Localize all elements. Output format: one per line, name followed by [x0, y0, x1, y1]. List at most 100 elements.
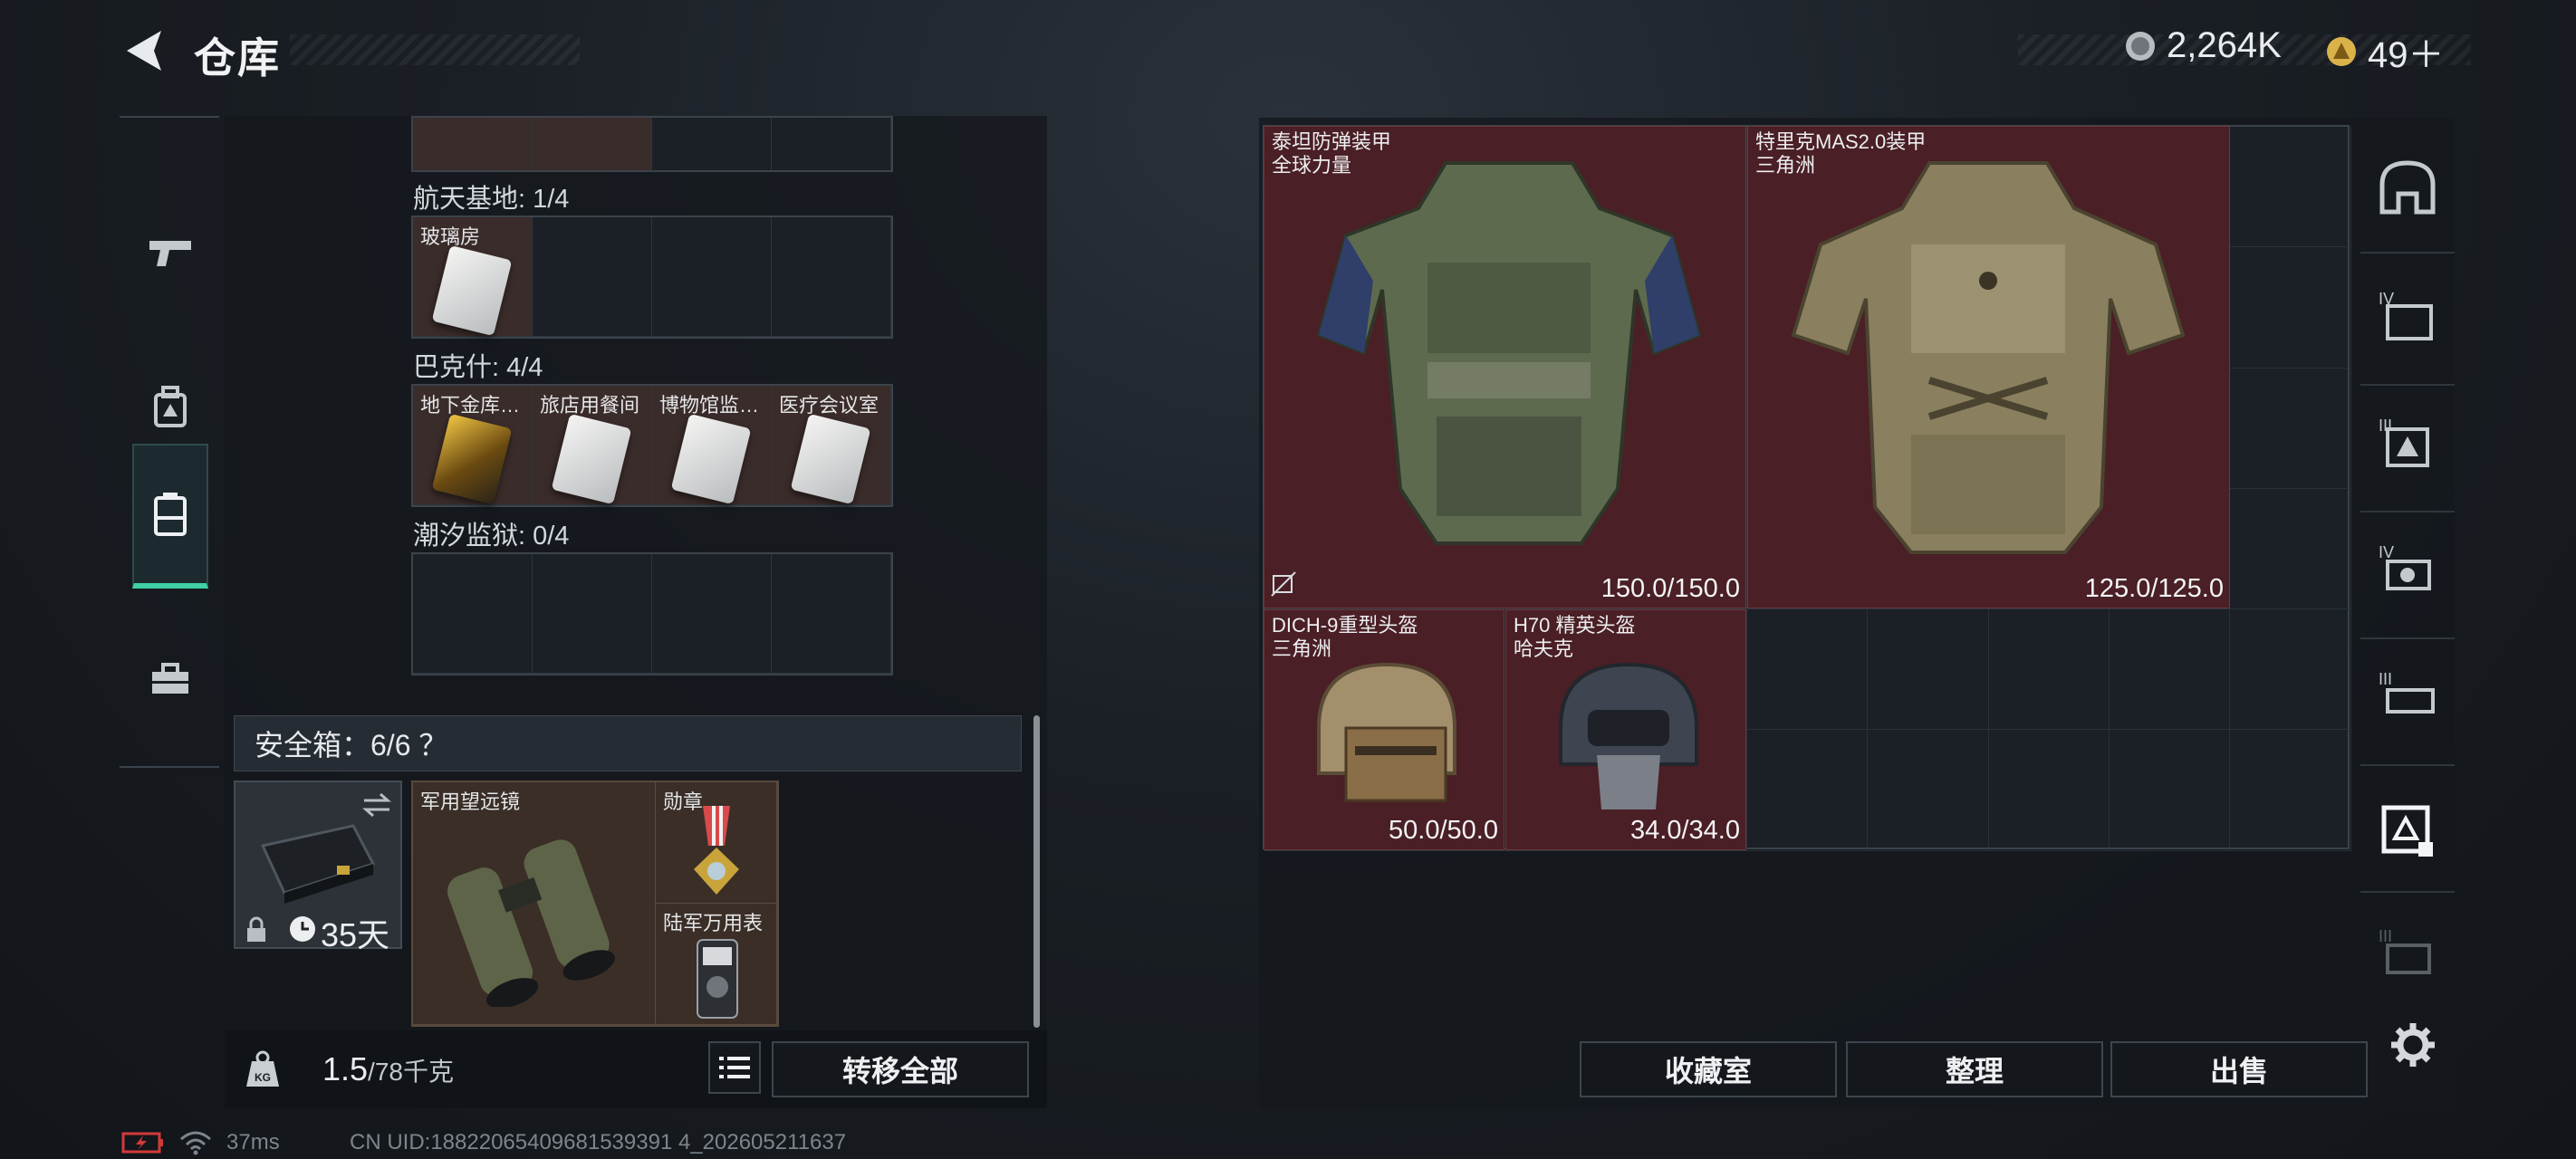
armor-tier-icon[interactable]: III — [2377, 922, 2438, 983]
grid-cell[interactable] — [2110, 609, 2231, 731]
grid-cell[interactable] — [413, 554, 533, 674]
stash-scrollbar[interactable] — [1033, 715, 1040, 1028]
tier-label: IV — [2379, 543, 2394, 561]
keycard-item[interactable]: 博物馆监… — [652, 386, 772, 505]
item-name: 玻璃房 — [420, 225, 481, 248]
helmet-icon — [1559, 662, 1698, 809]
safe-box-header: 安全箱：6/6 ？ — [234, 715, 1022, 771]
organize-button[interactable]: 整理 — [1846, 1041, 2103, 1097]
tab-divider — [2360, 891, 2455, 893]
grid-cell[interactable] — [1988, 730, 2110, 851]
grid-cell[interactable] — [2230, 730, 2351, 851]
nav-toolbox[interactable] — [132, 607, 208, 752]
grid-cell[interactable] — [2230, 127, 2351, 248]
back-arrow-icon[interactable] — [121, 27, 165, 74]
armor-item-mas[interactable]: 特里克MAS2.0装甲 三角洲 125.0/125.0 — [1747, 126, 2230, 608]
safe-box-slot[interactable]: 35天 — [234, 781, 402, 953]
grid-cell[interactable] — [772, 217, 891, 337]
medal-icon — [694, 806, 739, 895]
page-title: 仓库 — [194, 34, 281, 81]
binoculars-item[interactable]: 军用望远镜 — [413, 782, 656, 1025]
grid-cell[interactable] — [1868, 730, 1989, 851]
grid-cell[interactable] — [533, 217, 652, 337]
collection-room-button[interactable]: 收藏室 — [1580, 1041, 1837, 1097]
keycard-icon — [431, 244, 513, 337]
medal-item[interactable]: 勋章 — [656, 782, 777, 904]
item-name: DICH-9重型头盔 — [1272, 614, 1418, 637]
keycard-item[interactable]: 旅店用餐间 — [533, 386, 652, 505]
item-name: 医疗会议室 — [779, 394, 879, 417]
silver-coin-icon — [2126, 31, 2155, 61]
backpack-icon — [154, 386, 187, 427]
helmet-item-dich9[interactable]: DICH-9重型头盔 三角洲 50.0/50.0 — [1264, 609, 1504, 850]
equipment-filter-bar: IV III IV III III — [2360, 125, 2455, 1030]
armor-item-titan[interactable]: 泰坦防弹装甲 全球力量 150.0/150.0 — [1264, 126, 1746, 608]
armor-tier-icon[interactable]: III — [2377, 665, 2438, 726]
tab-divider — [2360, 252, 2455, 254]
helmet-icon — [1317, 662, 1456, 802]
transfer-all-button[interactable]: 转移全部 — [772, 1041, 1029, 1097]
stash-grid-bakhsh: 地下金库… 旅店用餐间 博物馆监… 医疗会议室 — [411, 384, 893, 507]
binoculars-icon — [447, 839, 615, 1007]
grid-cell[interactable] — [2110, 730, 2231, 851]
grid-cell[interactable] — [1747, 609, 1869, 731]
currency-silver: 2,264K — [2125, 25, 2282, 66]
grid-cell[interactable] — [2230, 368, 2351, 489]
multimeter-item[interactable]: 陆军万用表 — [656, 904, 777, 1025]
armor-tier-icon[interactable]: IV — [2377, 284, 2438, 346]
list-icon — [719, 1057, 750, 1078]
item-name: 军用望远镜 — [420, 790, 521, 813]
grid-cell[interactable] — [652, 217, 772, 337]
grid-cell[interactable] — [533, 118, 652, 170]
pistol-icon — [149, 241, 191, 266]
keycard-item[interactable]: 地下金库… — [413, 386, 533, 505]
grid-cell[interactable] — [1868, 609, 1989, 731]
grid-cell[interactable] — [2230, 247, 2351, 369]
gear-icon[interactable] — [2389, 1021, 2437, 1068]
currency-gold-value: 49＋ — [2368, 35, 2445, 75]
list-view-button[interactable] — [708, 1041, 761, 1094]
grid-cell[interactable] — [1988, 609, 2110, 731]
battery-charging-icon — [121, 1132, 163, 1154]
grid-cell[interactable] — [652, 118, 772, 170]
weight-readout: 1.5/78千克 — [322, 1050, 454, 1088]
item-durability: 34.0/34.0 — [1630, 816, 1740, 845]
grid-cell[interactable] — [2230, 488, 2351, 610]
nav-storage[interactable] — [132, 444, 208, 589]
grid-cell[interactable] — [413, 118, 533, 170]
tier-label: III — [2379, 417, 2392, 435]
body-armor-icon — [1791, 161, 2186, 554]
keycard-item[interactable]: 医疗会议室 — [772, 386, 891, 505]
grid-cell[interactable] — [2230, 609, 2351, 731]
grid-cell[interactable] — [772, 554, 891, 674]
item-durability: 50.0/50.0 — [1389, 816, 1498, 845]
swap-icon[interactable] — [360, 791, 393, 819]
armor-tier-icon[interactable]: III — [2377, 411, 2438, 473]
grid-cell[interactable] — [772, 118, 891, 170]
nav-weapon[interactable] — [132, 181, 208, 326]
grid-cell[interactable] — [1747, 730, 1869, 851]
sell-button[interactable]: 出售 — [2110, 1041, 2368, 1097]
grid-cell[interactable] — [652, 554, 772, 674]
safe-box-label: 安全箱：6/6 ？ — [255, 729, 448, 761]
rig-slot-icon-selected[interactable] — [2377, 800, 2438, 862]
item-durability: 150.0/150.0 — [1600, 574, 1740, 603]
section-label-tidal-prison: 潮汐监狱: 0/4 — [413, 522, 570, 551]
header-decoration — [290, 34, 580, 65]
weight-current: 1.5 — [322, 1050, 369, 1087]
keycard-icon — [790, 413, 871, 505]
grid-cell[interactable] — [533, 554, 652, 674]
helmet-slot-icon[interactable] — [2377, 158, 2438, 219]
keycard-item[interactable]: 玻璃房 — [413, 217, 533, 337]
storage-locker-icon — [154, 493, 187, 536]
weight-icon: KG — [246, 1050, 279, 1087]
ping-readout: 37ms — [226, 1130, 280, 1154]
helmet-item-h70[interactable]: H70 精英头盔 哈夫克 34.0/34.0 — [1505, 609, 1746, 850]
currency-gold[interactable]: 49＋ — [2326, 25, 2445, 78]
safe-case-icon — [260, 824, 376, 904]
armor-tier-icon[interactable]: IV — [2377, 538, 2438, 599]
gold-coin-icon — [2327, 37, 2356, 66]
stash-grid-tidal-prison — [411, 552, 893, 675]
safe-days-remaining: 35天 — [321, 916, 390, 953]
tab-divider — [2360, 764, 2455, 766]
